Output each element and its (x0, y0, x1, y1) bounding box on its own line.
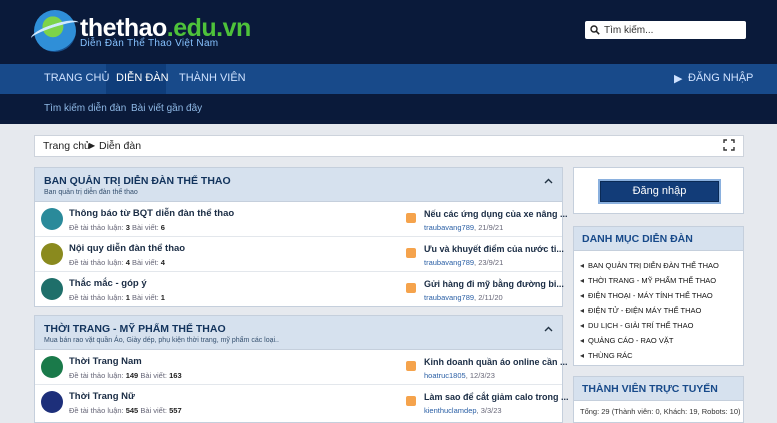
subnav-recent-posts[interactable]: Bài viết gần đây (131, 103, 202, 114)
forum-title[interactable]: Thời Trang Nam (69, 356, 142, 367)
latest-post-title[interactable]: Gửi hàng đi mỹ bằng đường bi... (424, 279, 564, 289)
forum-row: Thông báo từ BQT diễn đàn thể thao Đề tà… (35, 202, 568, 237)
rss-icon[interactable] (406, 396, 416, 406)
forum-stats: Đề tài thảo luận: 1 Bài viết: 1 (69, 293, 165, 302)
collapse-icon[interactable] (544, 178, 553, 184)
nav-members[interactable]: THÀNH VIÊN (179, 72, 246, 84)
forum-row: Thắc mắc - góp ý Đề tài thảo luận: 1 Bài… (35, 272, 564, 307)
category-item[interactable]: ĐIỆN TỬ - ĐIỆN MÁY THỂ THAO (574, 303, 743, 318)
latest-post-title[interactable]: Kinh doanh quần áo online cần ... (424, 357, 568, 367)
forum-section-admin: BAN QUẢN TRỊ DIỄN ĐÀN THỂ THAO Ban quản … (34, 167, 568, 307)
latest-post-meta: traubavang789, 21/9/21 (424, 223, 504, 232)
forum-title[interactable]: Thời Trang Nữ (69, 391, 135, 402)
login-button[interactable]: Đăng nhập (600, 181, 719, 202)
site-logo-icon[interactable] (34, 10, 76, 52)
online-header: THÀNH VIÊN TRỰC TUYẾN (574, 377, 743, 401)
nav-login[interactable]: ĐĂNG NHẬP (688, 72, 753, 84)
forum-stats: Đề tài thảo luận: 3 Bài viết: 6 (69, 223, 165, 232)
online-title: THÀNH VIÊN TRỰC TUYẾN (582, 383, 718, 395)
header: thethao.edu.vn Diễn Đàn Thể Thao Việt Na… (0, 0, 777, 64)
rss-icon[interactable] (406, 361, 416, 371)
search-icon (590, 25, 600, 35)
latest-post-title[interactable]: Ưu và khuyết điểm của nước ti... (424, 244, 564, 254)
categories-header: DANH MỤC DIỄN ĐÀN (574, 227, 743, 251)
site-tagline: Diễn Đàn Thể Thao Việt Nam (80, 38, 219, 49)
category-item[interactable]: ĐIỆN THOẠI - MÁY TÍNH THỂ THAO (574, 288, 743, 303)
section-header[interactable]: BAN QUẢN TRỊ DIỄN ĐÀN THỂ THAO Ban quản … (35, 168, 562, 202)
latest-post-meta: traubavang789, 2/11/20 (424, 293, 503, 302)
section-header[interactable]: THỜI TRANG - MỸ PHẨM THỂ THAO Mua bán ra… (35, 316, 562, 350)
category-item[interactable]: DU LỊCH - GIẢI TRÍ THỂ THAO (574, 318, 743, 333)
section-title: BAN QUẢN TRỊ DIỄN ĐÀN THỂ THAO (44, 175, 231, 187)
rss-icon[interactable] (406, 283, 416, 293)
expand-icon[interactable] (723, 139, 735, 151)
pencil-icon (41, 278, 63, 300)
category-item[interactable]: BAN QUẢN TRỊ DIỄN ĐÀN THỂ THAO (574, 258, 743, 273)
category-item[interactable]: QUẢNG CÁO - RAO VẶT (574, 333, 743, 348)
search-input[interactable] (604, 24, 739, 36)
dress-icon (41, 391, 63, 413)
forum-section-fashion: THỜI TRANG - MỸ PHẨM THỂ THAO Mua bán ra… (34, 315, 569, 423)
breadcrumb-current[interactable]: Diễn đàn (99, 140, 141, 152)
forum-row: Nội quy diễn đàn thể thao Đề tài thảo lu… (35, 237, 564, 272)
forum-stats: Đề tài thảo luận: 149 Bài viết: 163 (69, 371, 182, 380)
latest-post-meta: kienthuclamdep, 3/3/23 (424, 406, 502, 415)
section-title: THỜI TRANG - MỸ PHẨM THỂ THAO (44, 323, 226, 335)
latest-post-meta: traubavang789, 23/9/21 (424, 258, 504, 267)
section-description: Ban quản trị diễn đàn thể thao (44, 189, 138, 196)
login-panel: Đăng nhập (573, 167, 744, 214)
search-box[interactable] (585, 21, 746, 39)
breadcrumb-arrow-icon: ▶ (89, 141, 96, 150)
nav-home[interactable]: TRANG CHỦ (44, 72, 109, 84)
megaphone-icon (41, 208, 63, 230)
forum-title[interactable]: Thông báo từ BQT diễn đàn thể thao (69, 208, 234, 219)
forum-row: Thời Trang Nữ Đề tài thảo luận: 545 Bài … (35, 385, 569, 420)
shirt-icon (41, 356, 63, 378)
online-stats: Tổng: 29 (Thành viên: 0, Khách: 19, Robo… (580, 407, 741, 416)
breadcrumb-home[interactable]: Trang chủ (43, 140, 90, 152)
category-item[interactable]: THỜI TRANG - MỸ PHẨM THỂ THAO (574, 273, 743, 288)
forum-row: Thời Trang Nam Đề tài thảo luận: 149 Bài… (35, 350, 568, 385)
forum-stats: Đề tài thảo luận: 545 Bài viết: 557 (69, 406, 182, 415)
latest-post-meta: hoatruc1805, 12/3/23 (424, 371, 495, 380)
nav-forum[interactable]: DIỄN ĐÀN (116, 72, 169, 84)
forum-title[interactable]: Thắc mắc - góp ý (69, 278, 147, 289)
categories-title: DANH MỤC DIỄN ĐÀN (582, 233, 693, 245)
category-item[interactable]: THÙNG RÁC (574, 348, 743, 363)
section-description: Mua bán rao vặt quần Áo, Giày dép, phụ k… (44, 337, 279, 344)
subnav-search-forum[interactable]: Tìm kiếm diễn đàn (44, 103, 126, 114)
forum-stats: Đề tài thảo luận: 4 Bài viết: 4 (69, 258, 165, 267)
online-panel: THÀNH VIÊN TRỰC TUYẾN Tổng: 29 (Thành vi… (573, 376, 744, 423)
categories-list: BAN QUẢN TRỊ DIỄN ĐÀN THỂ THAO THỜI TRAN… (574, 251, 743, 363)
collapse-icon[interactable] (544, 326, 553, 332)
breadcrumb: Trang chủ ▶ Diễn đàn (34, 135, 744, 157)
rss-icon[interactable] (406, 213, 416, 223)
rss-icon[interactable] (406, 248, 416, 258)
categories-panel: DANH MỤC DIỄN ĐÀN BAN QUẢN TRỊ DIỄN ĐÀN … (573, 226, 744, 366)
latest-post-title[interactable]: Nếu các ứng dụng của xe nâng ... (424, 209, 568, 219)
forum-title[interactable]: Nội quy diễn đàn thể thao (69, 243, 185, 254)
latest-post-title[interactable]: Làm sao để cắt giảm calo trong ... (424, 392, 569, 402)
login-icon: ▶ (674, 73, 683, 85)
rules-icon (41, 243, 63, 265)
